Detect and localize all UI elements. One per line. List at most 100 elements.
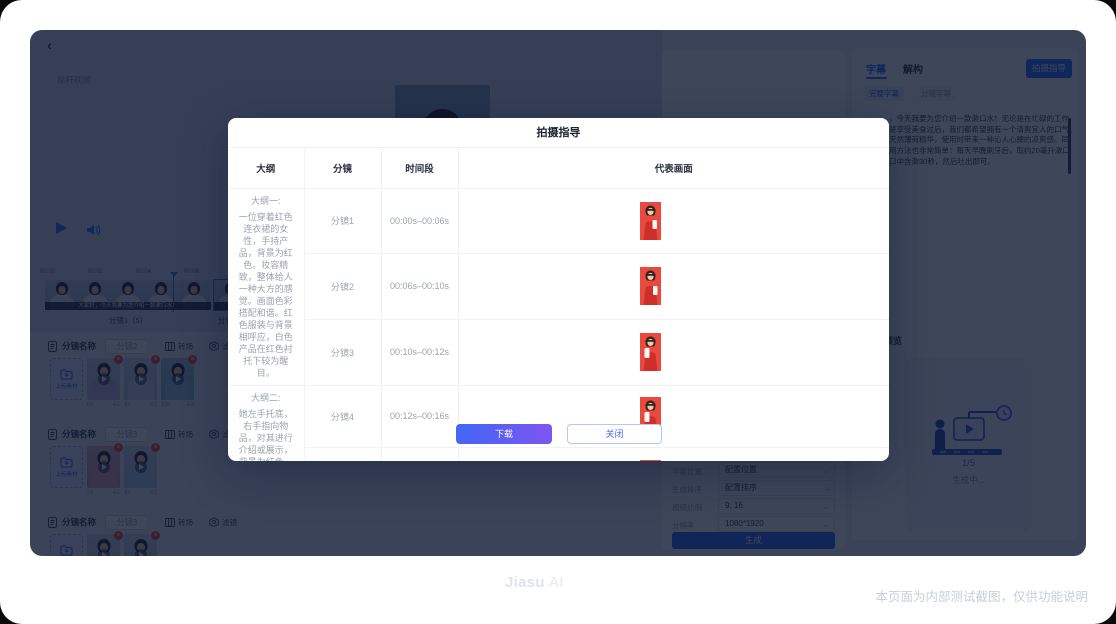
table-row: 分镜2 00:06s–00:10s (228, 254, 889, 320)
outline-2-text: 她左手托底，右手指向物品，对其进行介绍或展示，背景为红色，整体画面洋溢着热情、积… (236, 408, 296, 462)
disclaimer-text: 本页面为内部测试截图，仅供功能说明 (875, 586, 1088, 605)
clip-thumbnail[interactable]: × (124, 446, 157, 488)
shot-cell: 分镜4 (304, 385, 381, 448)
chevron-right-icon: › (826, 482, 829, 496)
time-cell: 00:16s–00:20s (381, 448, 458, 462)
clip-thumbnail[interactable]: × (124, 534, 157, 556)
shot-name-label: 分镜名称 (62, 428, 96, 440)
delete-icon[interactable]: × (114, 355, 123, 364)
delete-icon[interactable]: × (151, 443, 160, 452)
outline-2-title: 大纲二: (236, 392, 296, 404)
time-cell: 00:00s–00:06s (381, 188, 458, 254)
modal-title: 拍摄指导 (228, 118, 889, 148)
clip-thumbnail[interactable]: × (87, 358, 120, 400)
outline-1-cell: 大纲一: 一位穿着红色连衣裙的女性，手持产品，背景为红色。妆容精致，整体给人一种… (228, 188, 304, 385)
generation-progress-card: 1/5 生成中... (905, 358, 1032, 532)
delete-icon[interactable]: × (151, 531, 160, 540)
chevron-down-icon: ⌄ (822, 518, 829, 532)
shooting-guide-button[interactable]: 拍摄指导 (1026, 59, 1072, 78)
play-badge-icon (135, 461, 147, 473)
play-badge-icon (98, 549, 110, 556)
brand-logo: JiasuAI (505, 574, 564, 591)
generate-button[interactable]: 生成 (672, 532, 835, 549)
subtitle-position-select[interactable]: 配置位置⌄ (718, 462, 835, 478)
time-cell: 00:06s–00:10s (381, 254, 458, 320)
filter-icon (209, 429, 219, 439)
segment-1-label: 分镜1（5） (45, 315, 211, 326)
resolution-select[interactable]: 1080*1920⌄ (718, 516, 835, 532)
shot-cell: 分镜2 (304, 254, 381, 320)
upload-material-card[interactable]: 上传素材 (50, 358, 83, 400)
form-label: 分辨率 (672, 520, 695, 531)
clip-thumbnail[interactable]: × (161, 358, 194, 400)
delete-icon[interactable]: × (188, 355, 197, 364)
clip-caption: 10sA3 (161, 402, 194, 408)
transition-button[interactable]: 转场 (165, 429, 193, 440)
form-row-resolution: 分辨率 1080*1920⌄ (672, 516, 835, 532)
time-cell: 00:12s–00:16s (381, 385, 458, 448)
pill-shot-subtitle[interactable]: 分镜字幕 (916, 86, 956, 101)
video-title: 标杆视频 (57, 74, 91, 86)
active-tab-underline (866, 77, 887, 79)
delete-icon[interactable]: × (114, 443, 123, 452)
column-header-frame: 代表画面 (458, 148, 889, 188)
form-label: 生成排序 (672, 484, 702, 495)
timeline-segment-1[interactable]: 大家好，今天我要为您介绍一款漱口水！ (45, 280, 211, 310)
play-badge-icon (172, 373, 184, 385)
table-row: 分镜5 00:16s–00:20s (228, 448, 889, 462)
column-header-shot: 分镜 (304, 148, 381, 188)
tab-subtitle[interactable]: 字幕 (866, 61, 886, 76)
transition-button[interactable]: 转场 (165, 517, 193, 528)
frame-thumbnail-image (640, 460, 661, 461)
delete-icon[interactable]: × (151, 355, 160, 364)
filter-icon (209, 341, 219, 351)
outline-1-text: 一位穿着红色连衣裙的女性，手持产品，背景为红色。妆容精致，整体给人一种大方的感觉… (236, 211, 296, 379)
transition-icon (165, 342, 175, 351)
download-button[interactable]: 下载 (456, 424, 552, 444)
document-icon (48, 517, 57, 528)
timeline-tick: 00:04 (136, 269, 151, 275)
filter-icon (209, 517, 219, 527)
clip-thumbnail[interactable]: × (87, 534, 120, 556)
page-card: ‹ 标杆视频 00:00 00:02 00:04 00:06 (0, 0, 1116, 624)
column-header-time: 时间段 (381, 148, 458, 188)
upload-material-card[interactable]: 上传素材 (50, 534, 83, 556)
generation-order-select[interactable]: 配置排序› (718, 480, 835, 496)
transition-icon (165, 430, 175, 439)
tab-deconstruct[interactable]: 解构 (903, 61, 923, 76)
document-icon (48, 341, 57, 352)
shooting-guide-modal: 拍摄指导 大纲 分镜 时间段 代表画面 大纲一: 一位穿着红色连衣裙的女性，手持… (228, 118, 889, 461)
upload-material-card[interactable]: 上传素材 (50, 446, 83, 488)
transition-icon (165, 518, 175, 527)
timeline-tick: 00:02 (88, 269, 103, 275)
shot-name-label: 分镜名称 (62, 340, 96, 352)
aspect-ratio-select[interactable]: 9: 16⌄ (718, 498, 835, 514)
scrollbar[interactable] (1068, 118, 1071, 174)
shot-name-input[interactable]: 分镜2 (105, 339, 149, 354)
close-button[interactable]: 关闭 (567, 424, 662, 444)
play-button[interactable] (56, 222, 67, 234)
pill-full-subtitle[interactable]: 完整字幕 (864, 86, 904, 101)
progress-count: 1/5 (905, 458, 1032, 469)
playhead-handle[interactable] (170, 272, 178, 277)
clip-thumbnail[interactable]: × (124, 358, 157, 400)
folder-plus-icon (60, 369, 73, 380)
filter-button[interactable]: 滤镜 (209, 517, 237, 528)
shot-name-input[interactable]: 分镜3 (105, 427, 149, 442)
shot-cell: 分镜3 (304, 319, 381, 385)
clip-thumbnail[interactable]: × (87, 446, 120, 488)
folder-plus-icon (60, 545, 73, 556)
frame-thumbnail-image (640, 202, 661, 240)
transition-button[interactable]: 转场 (165, 341, 193, 352)
folder-plus-icon (60, 457, 73, 468)
shot-name-input[interactable]: 分镜3 (105, 515, 149, 530)
delete-icon[interactable]: × (114, 531, 123, 540)
frame-thumbnail-image (640, 333, 661, 371)
form-label: 字幕位置 (672, 466, 702, 477)
volume-icon[interactable] (87, 223, 100, 241)
back-icon[interactable]: ‹ (47, 37, 52, 53)
generating-illustration (920, 400, 1016, 460)
timeline-tick: 00:06 (184, 269, 199, 275)
play-badge-icon (135, 549, 147, 556)
play-badge-icon (135, 373, 147, 385)
